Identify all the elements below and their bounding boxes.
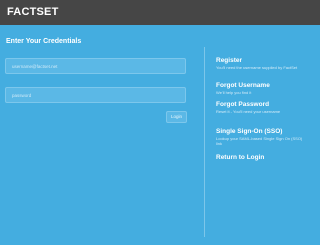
- username-input[interactable]: [5, 58, 186, 74]
- password-input[interactable]: [5, 87, 186, 103]
- return-to-login-link[interactable]: Return to Login: [216, 154, 264, 161]
- login-button[interactable]: Login: [166, 111, 187, 123]
- sso-link[interactable]: Single Sign-On (SSO): [216, 128, 282, 135]
- factset-logo: FACTSET: [7, 6, 59, 18]
- sso-description: Lookup your SAML-based Single Sign On (S…: [216, 136, 303, 146]
- register-description: You'll need the username supplied by Fac…: [216, 65, 298, 70]
- forgot-username-description: We'll help you find it: [216, 90, 252, 95]
- vertical-divider: [204, 47, 205, 237]
- top-bar: FACTSET: [0, 0, 320, 25]
- forgot-password-description: Reset it - You'll need your username: [216, 109, 281, 114]
- forgot-username-link[interactable]: Forgot Username: [216, 82, 270, 89]
- credentials-heading: Enter Your Credentials: [6, 38, 82, 45]
- forgot-password-link[interactable]: Forgot Password: [216, 101, 269, 108]
- register-link[interactable]: Register: [216, 57, 242, 64]
